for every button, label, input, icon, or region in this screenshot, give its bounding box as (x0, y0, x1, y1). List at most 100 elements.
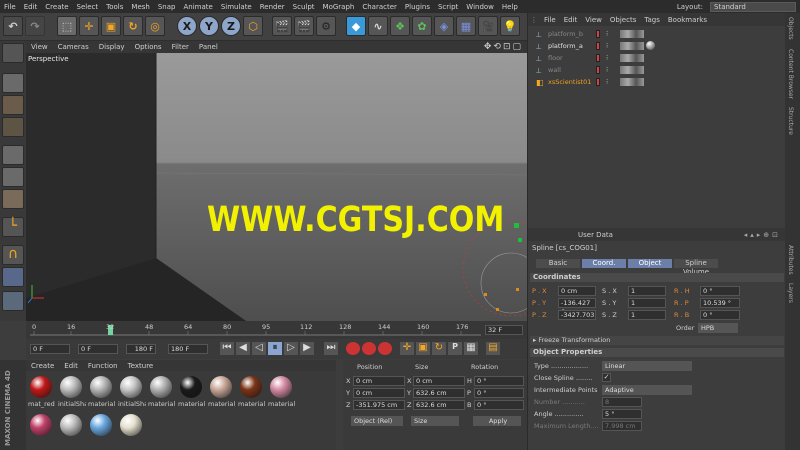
menu-file[interactable]: File (0, 3, 20, 11)
preview-start-field[interactable]: 0 F (78, 344, 118, 354)
tab-spline-volume[interactable]: Spline Volume (674, 259, 718, 276)
freeze-transformation-toggle[interactable]: ▸ Freeze Transformation (530, 336, 784, 345)
menu-sculpt[interactable]: Sculpt (289, 3, 319, 11)
recent-tool-button[interactable]: ◎ (145, 16, 165, 36)
enable-check-icon[interactable]: ⁝ (606, 54, 608, 62)
right-tab-structure[interactable]: Structure (787, 107, 794, 135)
material-swatch[interactable] (60, 376, 82, 398)
right-tab-content-browser[interactable]: Content Browser (787, 49, 794, 99)
enable-check-icon[interactable]: ⁝ (606, 78, 608, 86)
material-swatch[interactable] (180, 376, 202, 398)
menu-window[interactable]: Window (462, 3, 498, 11)
object-tag-icon[interactable] (620, 54, 644, 62)
perspective-viewport[interactable]: Perspective (26, 53, 527, 321)
attr-nav-icons[interactable]: ◂▴▸⊕⊡ (744, 231, 781, 239)
rotation-field[interactable]: 0 ° (474, 388, 524, 398)
rotation-field[interactable]: 0 ° (474, 376, 524, 386)
material-swatch[interactable] (90, 414, 112, 436)
workplane-mode-button[interactable] (2, 117, 24, 137)
key-rotation-icon[interactable]: ↻ (432, 342, 446, 355)
light-button[interactable]: 💡 (500, 16, 520, 36)
material-swatch[interactable] (90, 376, 112, 398)
scene-button[interactable]: ▦ (456, 16, 476, 36)
undo-button[interactable]: ↶ (3, 16, 23, 36)
menu-animate[interactable]: Animate (179, 3, 216, 11)
position-field[interactable]: 0 cm (353, 388, 405, 398)
timeline-window-icon[interactable]: ▤ (486, 342, 500, 355)
snap-magnet-icon[interactable]: ∩ (2, 245, 24, 265)
object-menu-file[interactable]: File (540, 16, 560, 24)
viewport-menu-view[interactable]: View (26, 43, 53, 51)
property-field[interactable]: 7.998 cm (602, 421, 642, 431)
attr-rot-field[interactable]: 10.539 ° (700, 298, 740, 308)
menu-simulate[interactable]: Simulate (217, 3, 256, 11)
attr-pos-field[interactable]: -3427.703 (558, 310, 596, 320)
material-swatch[interactable] (30, 376, 52, 398)
close-spline-checkbox[interactable]: ✓ (602, 373, 611, 382)
menu-create[interactable]: Create (41, 3, 72, 11)
object-row[interactable]: ⟂ platform_b ⁝ (528, 29, 785, 40)
texture-mode-button[interactable] (2, 95, 24, 115)
end-frame-field[interactable]: 180 F (168, 344, 208, 354)
next-frame-icon[interactable]: ▷ (284, 342, 298, 355)
go-to-start-icon[interactable]: ⏮ (220, 342, 234, 355)
enable-check-icon[interactable]: ⁝ (606, 30, 608, 38)
attr-rot-field[interactable]: 0 ° (700, 310, 740, 320)
z-axis-button[interactable]: Z (221, 16, 241, 36)
key-parameter-icon[interactable]: P (448, 342, 462, 355)
menu-help[interactable]: Help (498, 3, 522, 11)
timeline-ruler[interactable]: 0 16 32 48 64 80 95 112 128 144 160 176 … (26, 321, 527, 339)
property-field[interactable]: 8 (602, 397, 642, 407)
object-row[interactable]: ⟂ platform_a ⁝ (528, 41, 785, 52)
apply-button[interactable]: Apply (473, 416, 521, 426)
size-field[interactable]: 632.6 cm (413, 400, 465, 410)
camera-button[interactable]: 🎥 (478, 16, 498, 36)
attr-scale-field[interactable]: 1 (628, 310, 666, 320)
model-mode-button[interactable] (2, 73, 24, 93)
menu-character[interactable]: Character (358, 3, 401, 11)
attr-scale-field[interactable]: 1 (628, 286, 666, 296)
order-dropdown[interactable]: HPB (698, 323, 738, 333)
size-field[interactable]: 632.6 cm (413, 388, 465, 398)
material-menu-create[interactable]: Create (26, 362, 59, 370)
attr-user-data-label[interactable]: User Data (578, 231, 613, 239)
property-field[interactable]: Linear (602, 361, 692, 371)
rotate-tool-button[interactable]: ↻ (123, 16, 143, 36)
material-tag-icon[interactable] (646, 41, 655, 50)
scale-tool-button[interactable]: ▣ (101, 16, 121, 36)
material-swatch[interactable] (210, 376, 232, 398)
go-to-end-icon[interactable]: ⏭ (324, 342, 338, 355)
select-tool-button[interactable]: ⬚ (57, 16, 77, 36)
menu-select[interactable]: Select (73, 3, 103, 11)
menu-snap[interactable]: Snap (154, 3, 180, 11)
menu-render[interactable]: Render (256, 3, 289, 11)
preview-end-field[interactable]: 180 F (126, 344, 156, 354)
rotation-field[interactable]: 0 ° (474, 400, 524, 410)
deformer-button[interactable]: ◈ (434, 16, 454, 36)
material-menu-function[interactable]: Function (83, 362, 123, 370)
render-picture-button[interactable]: 🎬 (294, 16, 314, 36)
position-field[interactable]: -351.975 cm (353, 400, 405, 410)
nurbs-button[interactable]: ❖ (390, 16, 410, 36)
property-field[interactable]: Adaptive (602, 385, 692, 395)
autokey-icon[interactable] (362, 342, 376, 355)
key-scale-icon[interactable]: ▣ (416, 342, 430, 355)
menu-edit[interactable]: Edit (20, 3, 42, 11)
material-swatch[interactable] (120, 414, 142, 436)
right-tab-layers[interactable]: Layers (787, 283, 794, 303)
material-swatch[interactable] (30, 414, 52, 436)
viewport-menu-cameras[interactable]: Cameras (53, 43, 94, 51)
object-row[interactable]: ⟂ wall ⁝ (528, 65, 785, 76)
spline-pen-button[interactable]: ∿ (368, 16, 388, 36)
visibility-dots-icon[interactable] (596, 54, 600, 62)
current-frame-field[interactable]: 32 F (485, 325, 523, 335)
right-tab-attributes[interactable]: Attributes (787, 245, 794, 275)
menu-mesh[interactable]: Mesh (127, 3, 153, 11)
key-pla-icon[interactable]: ▦ (464, 342, 478, 355)
position-field[interactable]: 0 cm (353, 376, 405, 386)
object-menu-edit[interactable]: Edit (560, 16, 582, 24)
object-tag-icon[interactable] (620, 78, 644, 86)
material-menu-texture[interactable]: Texture (123, 362, 159, 370)
coord-mode-dropdown[interactable]: Object (Rel) (351, 416, 403, 426)
visibility-dots-icon[interactable] (596, 42, 600, 50)
